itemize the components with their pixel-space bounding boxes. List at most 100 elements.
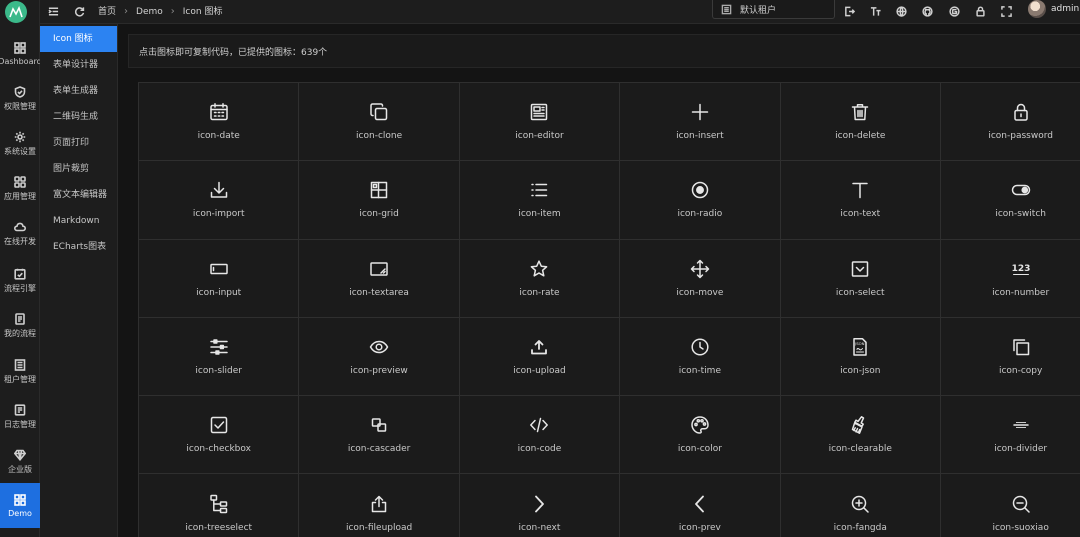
icon-card[interactable]: JSON icon-json [780,317,941,397]
log-icon [14,404,26,416]
icon-card[interactable]: icon-move [620,239,781,318]
breadcrumb-current: Icon 图标 [182,7,223,17]
icon-card[interactable]: icon-item [459,161,621,240]
rail-item-label: 租户管理 [4,375,36,384]
icon-card-label: icon-item [518,209,561,220]
rail-item-system-settings[interactable]: 系统设置 [0,122,40,166]
app-window: Dashboard 权限管理 系统设置 应用管理 在线开发 流程引擎 我的流程 [0,0,1080,537]
gitee-icon [948,5,960,17]
icon-card[interactable]: icon-textarea [299,239,460,318]
icon-card[interactable]: icon-date [139,83,300,162]
icon-card[interactable]: icon-clone [299,83,460,162]
tenant-icon [14,359,26,371]
breadcrumb-demo[interactable]: Demo [136,4,163,20]
icon-card[interactable]: icon-divider [940,396,1080,475]
icon-card[interactable]: icon-switch [940,161,1080,240]
app-logo[interactable] [5,1,27,23]
icon-card[interactable]: icon-delete [780,83,941,162]
icon-card[interactable]: icon-input [139,239,300,318]
rail-item-permissions[interactable]: 权限管理 [0,77,40,121]
exit-button[interactable] [841,3,857,19]
submenu-item-markdown[interactable]: Markdown [40,208,117,234]
submenu-item-form-generator[interactable]: 表单生成器 [40,78,117,104]
icon-card[interactable]: 123 icon-number [940,239,1080,318]
brush-icon [852,416,865,435]
submenu-item-print[interactable]: 页面打印 [40,130,117,156]
gitee-button[interactable] [946,3,962,19]
icon-card-label: icon-treeselect [185,522,253,533]
icon-card[interactable]: icon-text [780,161,941,240]
icon-card[interactable]: icon-suoxiao [940,474,1080,537]
submenu-item-form-designer[interactable]: 表单设计器 [40,52,117,78]
icon-card-label: icon-fangda [833,522,887,533]
icon-card[interactable]: icon-preview [299,317,460,397]
icon-card[interactable]: icon-select [780,239,941,318]
rail-item-online-dev[interactable]: 在线开发 [0,212,40,256]
submenu-item-qrcode[interactable]: 二维码生成 [40,104,117,130]
icon-card[interactable]: icon-prev [620,474,781,537]
icon-card[interactable]: icon-next [459,474,621,537]
rail-item-app-management[interactable]: 应用管理 [0,167,40,211]
icon-card[interactable]: icon-grid [299,161,460,240]
lock-screen-button[interactable] [972,3,988,19]
input-icon [209,263,228,274]
doc-icon [15,313,25,325]
icon-card[interactable]: icon-copy [940,317,1080,397]
icon-card[interactable]: icon-fangda [780,474,941,537]
submenu-item-echarts[interactable]: ECharts图表 [40,234,117,260]
menu-fold-button[interactable] [45,3,61,19]
icon-card-label: icon-date [197,131,240,142]
dashboard-icon [14,42,26,54]
rail-item-dashboard[interactable]: Dashboard [0,32,42,76]
icon-card[interactable]: icon-rate [459,239,621,318]
icon-card[interactable]: icon-import [139,161,300,240]
icon-card[interactable]: icon-upload [459,317,621,397]
lock-icon [1013,103,1028,121]
rail-item-demo[interactable]: Demo [0,483,40,528]
icon-card[interactable]: icon-fileupload [299,474,460,537]
icon-card[interactable]: icon-slider [139,317,300,397]
text-icon [852,183,868,199]
font-size-button[interactable] [867,3,883,19]
icon-grid: icon-date icon-clone icon-editor icon-in… [138,82,1080,537]
rail-item-label: Dashboard [0,57,42,66]
github-button[interactable] [919,3,935,19]
rail-item-log-management[interactable]: 日志管理 [0,395,40,439]
svg-text:123: 123 [1011,264,1030,274]
user-menu[interactable]: admin [1028,0,1079,18]
number-icon: 123 [1011,264,1030,275]
icon-card[interactable]: icon-editor [459,83,621,162]
icon-card-label: icon-password [988,131,1053,142]
submenu-item-image-crop[interactable]: 图片裁剪 [40,156,117,182]
breadcrumb-home[interactable]: 首页 [98,4,116,20]
apps-icon [14,176,26,188]
svg-text:JSON: JSON [854,341,865,346]
icon-card-label: icon-delete [835,131,886,142]
icon-card[interactable]: icon-clearable [780,396,941,475]
top-header: 首页 › Demo › Icon 图标 默认租户 admin [40,0,1080,24]
lock-icon [975,5,985,17]
submenu-item-rich-text[interactable]: 富文本编辑器 [40,182,117,208]
language-button[interactable] [893,3,909,19]
rail-item-flow-engine[interactable]: 流程引擎 [0,259,40,303]
rail-item-enterprise[interactable]: 企业版 [0,440,40,484]
icon-card[interactable]: icon-time [620,317,781,397]
icon-card-label: icon-copy [998,366,1043,377]
font-size-icon [870,6,881,16]
icon-card[interactable]: icon-insert [620,83,781,162]
icon-card[interactable]: icon-code [459,396,621,475]
icon-card[interactable]: icon-treeselect [139,474,300,537]
icon-card[interactable]: icon-password [940,83,1080,162]
tenant-select[interactable]: 默认租户 [712,0,835,19]
rail-item-tenant-management[interactable]: 租户管理 [0,350,40,394]
icon-card[interactable]: icon-checkbox [139,396,300,475]
icon-card[interactable]: icon-radio [620,161,781,240]
cloud-icon [14,222,26,232]
icon-card[interactable]: icon-cascader [299,396,460,475]
fullscreen-button[interactable] [998,3,1014,19]
rail-item-my-flow[interactable]: 我的流程 [0,304,40,348]
refresh-button[interactable] [71,3,87,19]
icon-card[interactable]: icon-color [620,396,781,475]
icon-card-label: icon-preview [350,366,408,377]
submenu-item-icon[interactable]: Icon 图标 [40,26,117,52]
